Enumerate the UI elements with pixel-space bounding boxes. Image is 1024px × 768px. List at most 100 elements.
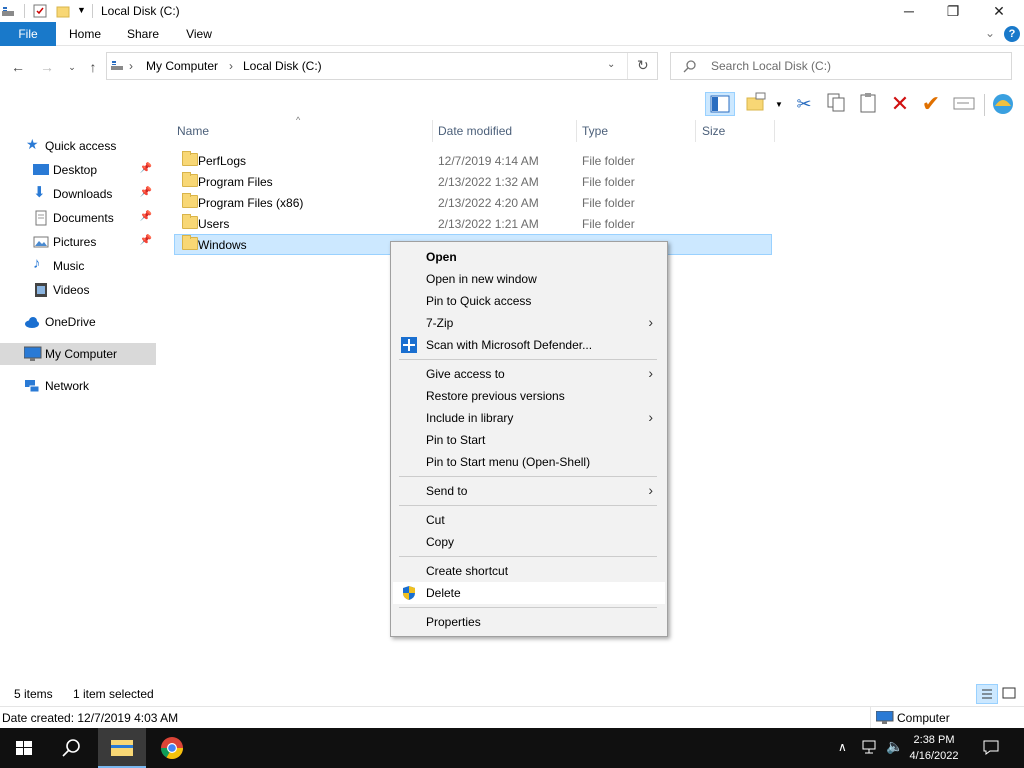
folder-icon <box>182 151 198 166</box>
column-header-name[interactable]: Name <box>177 124 209 138</box>
table-row[interactable]: Users 2/13/2022 1:21 AM File folder <box>174 213 772 234</box>
maximize-button[interactable]: ❐ <box>930 0 976 22</box>
sidebar-item-downloads[interactable]: ⬇ Downloads 📌 <box>0 183 156 205</box>
show-hidden-icons-icon[interactable]: ∧ <box>838 740 847 754</box>
table-row[interactable]: PerfLogs 12/7/2019 4:14 AM File folder <box>174 150 772 171</box>
menu-item-pin-start-openshell[interactable]: Pin to Start menu (Open-Shell) <box>393 451 665 473</box>
menu-item-include-library[interactable]: Include in library › <box>393 407 665 429</box>
new-folder-icon[interactable] <box>56 4 70 18</box>
sidebar-item-documents[interactable]: Documents 📌 <box>0 207 156 229</box>
submenu-arrow-icon: › <box>648 409 653 425</box>
menu-item-open-new-window[interactable]: Open in new window <box>393 268 665 290</box>
forward-icon[interactable]: → <box>38 58 56 76</box>
rename-icon[interactable] <box>952 92 976 116</box>
status-bar: 5 items 1 item selected <box>0 684 1024 704</box>
action-center-icon[interactable] <box>982 738 1000 759</box>
menu-item-pin-start[interactable]: Pin to Start <box>393 429 665 451</box>
menu-item-7zip[interactable]: 7-Zip › <box>393 312 665 334</box>
sidebar-item-network[interactable]: Network <box>0 375 156 397</box>
properties-check-icon[interactable]: ✔ <box>919 92 943 116</box>
menu-item-create-shortcut[interactable]: Create shortcut <box>393 560 665 582</box>
breadcrumb-local-disk[interactable]: Local Disk (C:) <box>243 59 322 73</box>
customize-qat-icon[interactable]: ▼ <box>77 5 86 15</box>
menu-item-label: Pin to Start menu (Open-Shell) <box>426 455 591 469</box>
menu-item-copy[interactable]: Copy <box>393 531 665 553</box>
minimize-button[interactable]: ─ <box>886 0 932 22</box>
menu-item-give-access[interactable]: Give access to › <box>393 363 665 385</box>
sidebar-item-quick-access[interactable]: ★ Quick access <box>0 135 156 157</box>
column-divider[interactable] <box>432 120 433 142</box>
search-icon[interactable] <box>48 728 96 768</box>
column-header-type[interactable]: Type <box>582 124 608 138</box>
sidebar-item-pictures[interactable]: Pictures 📌 <box>0 231 156 253</box>
downloads-icon: ⬇ <box>33 184 46 201</box>
pin-icon[interactable]: 📌 <box>140 211 152 222</box>
pin-icon[interactable]: 📌 <box>140 163 152 174</box>
refresh-icon[interactable]: ↻ <box>637 57 649 74</box>
column-divider[interactable] <box>695 120 696 142</box>
tab-view[interactable]: View <box>171 22 227 46</box>
file-name: Users <box>198 217 230 231</box>
menu-item-restore-versions[interactable]: Restore previous versions <box>393 385 665 407</box>
tab-file[interactable]: File <box>0 22 56 46</box>
new-folder-icon[interactable] <box>744 92 768 116</box>
menu-item-delete[interactable]: Delete <box>393 582 665 604</box>
tab-home[interactable]: Home <box>57 22 113 46</box>
up-icon[interactable]: ↑ <box>84 58 102 76</box>
column-header-date[interactable]: Date modified <box>438 124 512 138</box>
menu-item-cut[interactable]: Cut <box>393 509 665 531</box>
menu-item-properties[interactable]: Properties <box>393 611 665 633</box>
back-icon[interactable]: ← <box>9 58 27 76</box>
column-header-size[interactable]: Size <box>702 124 725 138</box>
breadcrumb-separator: › <box>229 59 233 73</box>
drive-icon[interactable] <box>2 4 16 18</box>
separator <box>92 4 93 18</box>
menu-item-send-to[interactable]: Send to › <box>393 480 665 502</box>
clock[interactable]: 2:38 PM 4/16/2022 <box>902 732 966 764</box>
sidebar-item-label: Pictures <box>53 235 97 249</box>
close-button[interactable]: ✕ <box>976 0 1022 22</box>
sidebar-item-desktop[interactable]: Desktop 📌 <box>0 159 156 181</box>
shell-settings-icon[interactable] <box>991 92 1015 116</box>
breadcrumb-my-computer[interactable]: My Computer <box>146 59 218 73</box>
menu-item-open[interactable]: Open <box>393 246 665 268</box>
paste-icon[interactable] <box>856 92 880 116</box>
sidebar-item-videos[interactable]: Videos <box>0 279 156 301</box>
dropdown-icon[interactable]: ▼ <box>775 100 783 109</box>
address-bar[interactable]: › My Computer › Local Disk (C:) ⌄ ↻ <box>106 52 658 80</box>
menu-separator <box>399 556 657 557</box>
location-label: Computer <box>897 711 950 725</box>
pin-icon[interactable]: 📌 <box>140 187 152 198</box>
menu-item-label: Open <box>426 250 457 264</box>
file-explorer-taskbar-icon[interactable] <box>98 728 146 768</box>
network-status-icon[interactable] <box>862 739 878 758</box>
search-input[interactable]: Search Local Disk (C:) <box>670 52 1012 80</box>
copy-icon[interactable] <box>824 92 848 116</box>
sidebar-item-my-computer[interactable]: My Computer <box>0 343 156 365</box>
menu-item-pin-quick-access[interactable]: Pin to Quick access <box>393 290 665 312</box>
volume-icon[interactable]: 🔈 <box>886 738 903 755</box>
details-view-icon[interactable] <box>976 684 998 704</box>
column-divider[interactable] <box>576 120 577 142</box>
start-button[interactable] <box>0 728 48 768</box>
pin-icon[interactable]: 📌 <box>140 235 152 246</box>
tab-share[interactable]: Share <box>115 22 171 46</box>
address-dropdown-icon[interactable]: ⌄ <box>607 59 615 70</box>
chrome-taskbar-icon[interactable] <box>148 728 196 768</box>
properties-icon[interactable] <box>33 4 47 18</box>
column-divider[interactable] <box>774 120 775 142</box>
navigation-pane-icon[interactable] <box>705 92 735 116</box>
sidebar-item-onedrive[interactable]: OneDrive <box>0 311 156 333</box>
cut-icon[interactable]: ✂ <box>792 92 816 116</box>
delete-icon[interactable]: ✕ <box>888 92 912 116</box>
large-icons-view-icon[interactable] <box>1000 684 1022 704</box>
table-row[interactable]: Program Files (x86) 2/13/2022 4:20 AM Fi… <box>174 192 772 213</box>
table-row[interactable]: Program Files 2/13/2022 1:32 AM File fol… <box>174 171 772 192</box>
recent-locations-icon[interactable]: ⌄ <box>63 58 81 76</box>
expand-ribbon-icon[interactable]: ⌄ <box>985 26 995 40</box>
menu-item-scan-defender[interactable]: Scan with Microsoft Defender... <box>393 334 665 356</box>
ribbon-tabs: File Home Share View ⌄ ? <box>0 22 1024 46</box>
sidebar-item-music[interactable]: ♪ Music <box>0 255 156 277</box>
help-icon[interactable]: ? <box>1004 26 1020 42</box>
file-date: 2/13/2022 1:21 AM <box>438 217 539 231</box>
